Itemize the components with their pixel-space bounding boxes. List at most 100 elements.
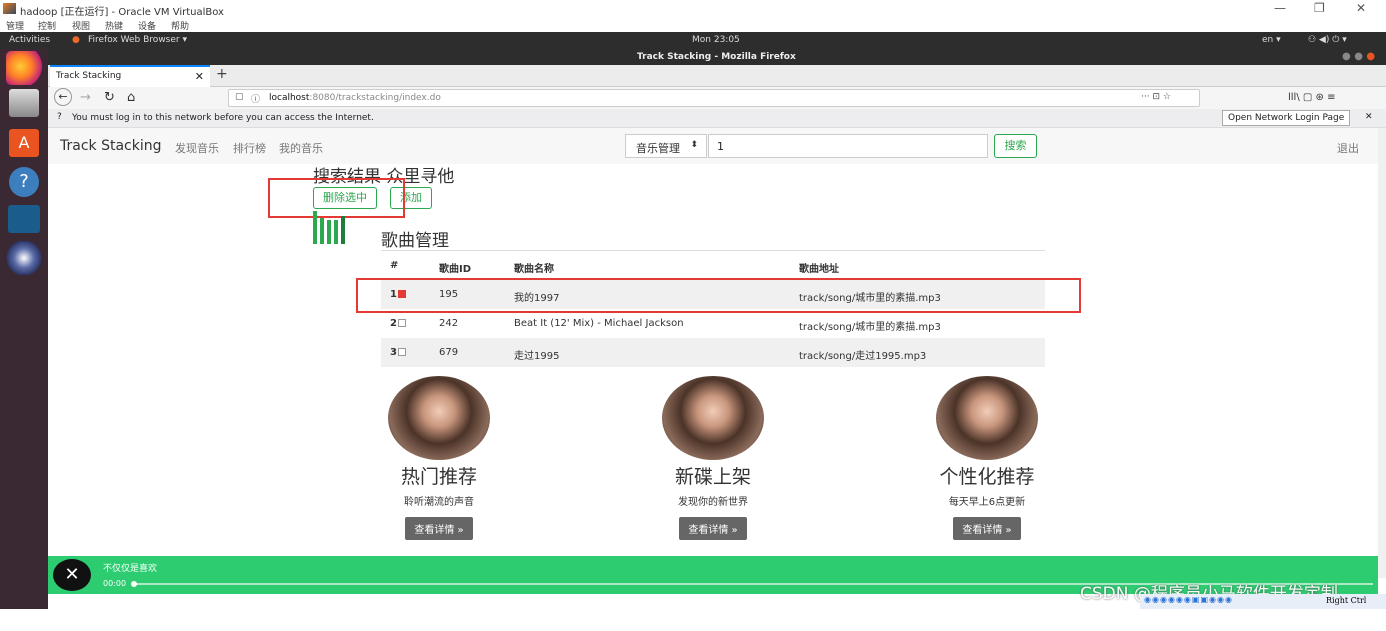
table-row[interactable]: 3 679 走过1995 track/song/走过1995.mp3 — [381, 338, 1045, 367]
files-icon[interactable] — [9, 89, 39, 117]
reload-icon[interactable]: ↻ — [104, 90, 115, 105]
row-id: 242 — [439, 318, 459, 329]
menu-control[interactable]: 控制 — [38, 19, 56, 32]
feature-image — [388, 376, 490, 460]
ubuntu-dock: A ? ⠿ — [0, 49, 48, 631]
play-disc-icon[interactable]: ✕ — [53, 559, 91, 591]
open-login-page-button[interactable]: Open Network Login Page — [1222, 110, 1351, 126]
page-actions-icon[interactable]: ··· ⊡ ☆ — [1141, 92, 1171, 102]
menu-help[interactable]: 帮助 — [171, 19, 189, 32]
feature-subtitle: 聆听潮流的声音 — [404, 497, 474, 508]
feature-image — [662, 376, 764, 460]
view-details-button[interactable]: 查看详情 » — [953, 517, 1021, 540]
firefox-window-title: Track Stacking - Mozilla Firefox — [637, 52, 796, 62]
web-page: Track Stacking 发现音乐 排行榜 我的音乐 音乐管理 ⬍ 1 搜索 … — [48, 128, 1378, 609]
virtualbox-menubar: 管理 控制 视图 热键 设备 帮助 — [0, 18, 1386, 32]
highlight-box-row — [356, 278, 1081, 313]
app-menu[interactable]: Firefox Web Browser ▾ — [88, 35, 187, 45]
mysql-workbench-icon[interactable] — [8, 205, 40, 233]
feature-card: 热门推荐 聆听潮流的声音 查看详情 » — [339, 376, 539, 540]
host-key-label: Right Ctrl — [1326, 596, 1367, 605]
gnome-topbar: Activities ● Firefox Web Browser ▾ Mon 2… — [0, 32, 1386, 49]
search-category-value: 音乐管理 — [636, 142, 680, 155]
info-icon[interactable]: ⓘ — [251, 92, 260, 105]
feature-title: 新碟上架 — [674, 466, 751, 488]
close-button[interactable]: ✕ — [1356, 1, 1366, 15]
virtualbox-titlebar: hadoop [正在运行] - Oracle VM VirtualBox — ❐… — [0, 0, 1386, 18]
back-icon[interactable]: ← — [54, 88, 72, 106]
feature-title: 热门推荐 — [400, 466, 477, 488]
divider — [381, 250, 1045, 251]
tab-track-stacking[interactable]: Track Stacking ✕ — [50, 65, 210, 87]
view-details-button[interactable]: 查看详情 » — [679, 517, 747, 540]
software-center-icon[interactable]: A — [9, 129, 39, 157]
row-name: Beat It (12' Mix) - Michael Jackson — [514, 318, 684, 329]
virtualbox-icon — [3, 3, 16, 14]
feature-title: 个性化推荐 — [939, 466, 1035, 488]
show-applications-icon[interactable]: ⠿ — [12, 612, 25, 631]
col-num: # — [390, 260, 399, 271]
language-indicator[interactable]: en ▾ — [1262, 35, 1281, 45]
nav-my-music[interactable]: 我的音乐 — [279, 140, 323, 156]
activities-button[interactable]: Activities — [9, 35, 50, 45]
firefox-window-controls[interactable]: ● ● ● — [1342, 51, 1375, 62]
url-bar[interactable]: ▢ ⓘ localhost:8080/trackstacking/index.d… — [228, 89, 1200, 107]
now-playing-title: 不仅仅是喜欢 — [103, 564, 158, 574]
menu-devices[interactable]: 设备 — [138, 19, 156, 32]
menu-view[interactable]: 视图 — [72, 19, 90, 32]
feature-subtitle: 每天早上6点更新 — [948, 497, 1026, 508]
firefox-small-icon: ● — [72, 35, 80, 45]
status-icons: ◉◉◉◉◉◉▣▣◉◉◉ — [1144, 595, 1233, 604]
firefox-icon[interactable] — [6, 51, 42, 85]
home-icon[interactable]: ⌂ — [127, 90, 135, 105]
row-checkbox[interactable] — [397, 348, 406, 356]
progress-handle[interactable] — [131, 581, 137, 587]
virtualbox-status-tray: ◉◉◉◉◉◉▣▣◉◉◉ Right Ctrl — [1140, 594, 1386, 609]
restore-button[interactable]: ❐ — [1314, 1, 1325, 15]
tab-bar: Track Stacking ✕ + — [48, 65, 1386, 87]
row-checkbox[interactable] — [397, 319, 406, 327]
navigation-bar: ← → ↻ ⌂ ▢ ⓘ localhost:8080/trackstacking… — [48, 87, 1386, 109]
eclipse-icon[interactable] — [6, 241, 42, 275]
table-header: # 歌曲ID 歌曲名称 歌曲地址 — [381, 254, 1045, 276]
site-info-icon[interactable]: ▢ — [235, 92, 244, 102]
tab-title: Track Stacking — [56, 71, 122, 81]
url-host: localhost — [269, 93, 310, 103]
clock[interactable]: Mon 23:05 — [692, 35, 740, 45]
notification-close-icon[interactable]: ✕ — [1365, 112, 1373, 122]
page-scrollbar[interactable] — [1378, 128, 1386, 578]
search-category-select[interactable]: 音乐管理 ⬍ — [625, 134, 707, 158]
row-path: track/song/走过1995.mp3 — [799, 351, 927, 362]
equalizer-icon — [313, 211, 349, 244]
site-brand[interactable]: Track Stacking — [60, 138, 162, 154]
nav-ranking[interactable]: 排行榜 — [233, 140, 266, 156]
search-button[interactable]: 搜索 — [994, 134, 1037, 158]
nav-discover[interactable]: 发现音乐 — [175, 140, 219, 156]
row-num: 3 — [390, 347, 397, 358]
feature-subtitle: 发现你的新世界 — [678, 497, 748, 508]
current-time: 00:00 — [103, 579, 127, 588]
feature-image — [936, 376, 1038, 460]
new-tab-button[interactable]: + — [216, 66, 228, 82]
system-status-icons[interactable]: ⚇ ◀) ⏻ ▾ — [1308, 35, 1347, 45]
logout-link[interactable]: 退出 — [1337, 140, 1359, 156]
help-icon[interactable]: ? — [9, 167, 39, 197]
col-name: 歌曲名称 — [514, 264, 554, 275]
forward-icon[interactable]: → — [80, 90, 91, 105]
site-navbar: Track Stacking 发现音乐 排行榜 我的音乐 音乐管理 ⬍ 1 搜索 … — [48, 128, 1378, 164]
url-path: :8080/trackstacking/index.do — [309, 93, 441, 103]
row-num: 2 — [390, 318, 397, 329]
feature-card: 新碟上架 发现你的新世界 查看详情 » — [613, 376, 813, 540]
table-row[interactable]: 2 242 Beat It (12' Mix) - Michael Jackso… — [381, 309, 1045, 338]
view-details-button[interactable]: 查看详情 » — [405, 517, 473, 540]
search-input[interactable]: 1 — [708, 134, 988, 158]
menu-hotkey[interactable]: 热键 — [105, 19, 123, 32]
notification-message: You must log in to this network before y… — [72, 113, 374, 123]
col-id: 歌曲ID — [439, 264, 472, 275]
menu-manage[interactable]: 管理 — [6, 19, 24, 32]
minimize-button[interactable]: — — [1274, 1, 1286, 15]
col-path: 歌曲地址 — [799, 264, 839, 275]
select-arrow-icon: ⬍ — [690, 140, 698, 150]
tab-close-icon[interactable]: ✕ — [195, 70, 204, 83]
toolbar-right-icons[interactable]: lll\ ▢ ⊛ ≡ — [1288, 92, 1335, 103]
